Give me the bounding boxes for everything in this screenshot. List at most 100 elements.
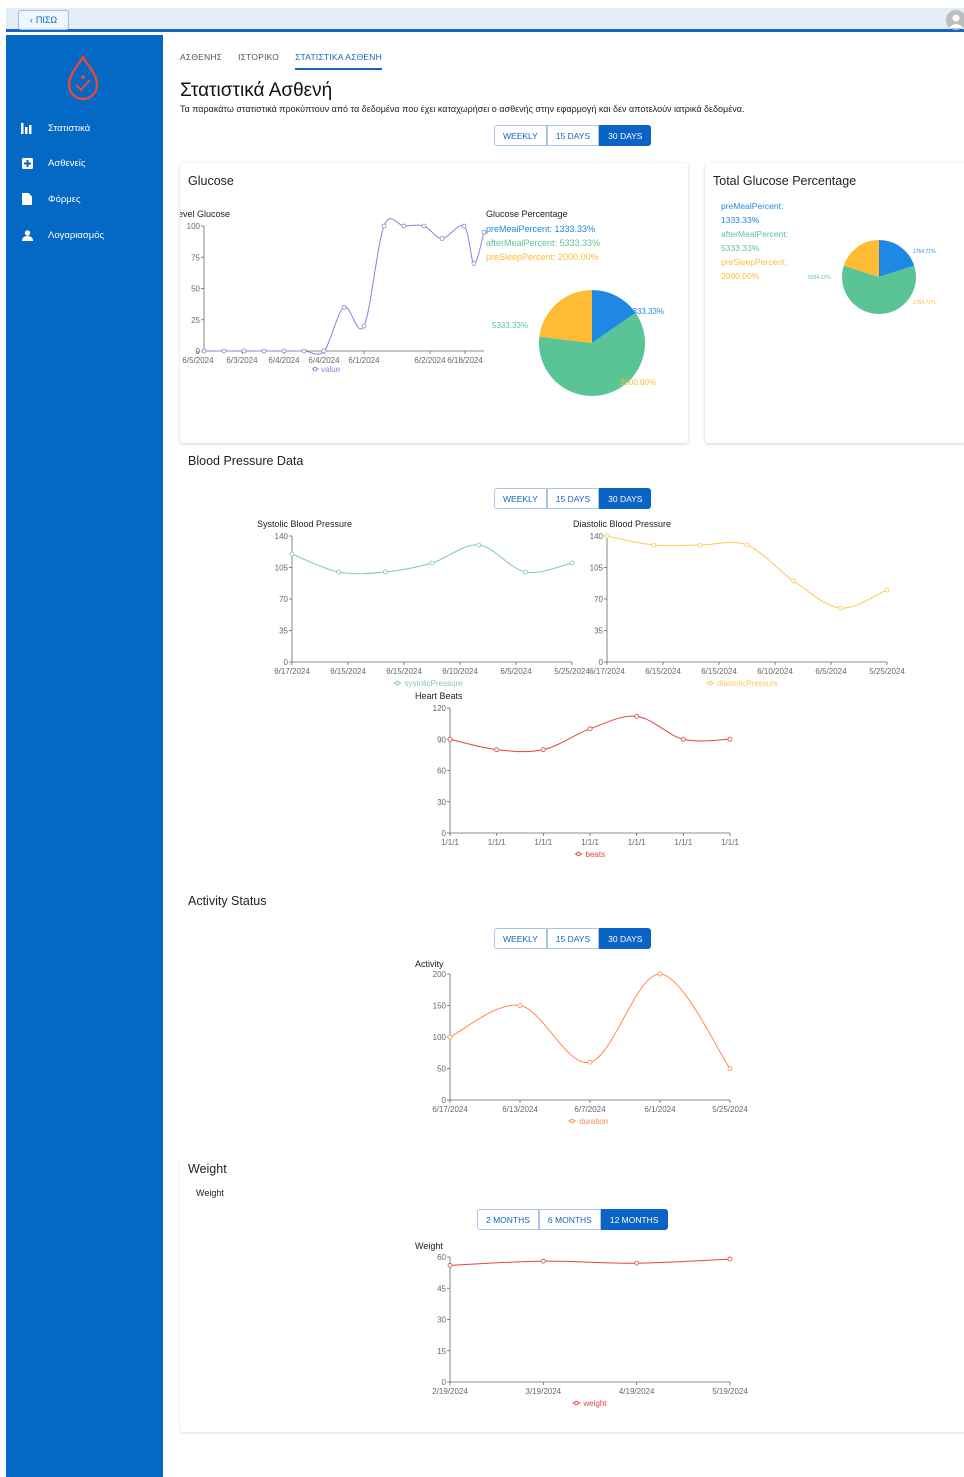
total-glucose-title: Total Glucose Percentage <box>713 174 857 188</box>
tab-patient[interactable]: ΑΣΘΕΝΗΣ <box>180 50 222 70</box>
series-line <box>449 1258 731 1266</box>
x-tick-label: 6/15/2024 <box>645 667 681 676</box>
data-point <box>381 223 387 229</box>
sidebar-item-statistics[interactable]: Στατιστικά <box>6 115 163 141</box>
x-tick-label: 6/5/2024 <box>815 667 847 676</box>
y-tick-label: 200 <box>433 970 447 979</box>
x-tick-label: 1/1/1 <box>628 838 646 847</box>
chart-title: Diastolic Blood Pressure <box>573 519 671 529</box>
x-tick-label: 5/25/2024 <box>869 667 905 676</box>
pie-label: 5333.33% <box>492 321 528 330</box>
data-point <box>744 542 750 548</box>
data-point <box>634 1260 640 1266</box>
y-tick-label: 100 <box>187 222 201 231</box>
y-tick-label: 50 <box>437 1065 446 1074</box>
x-tick-label: 6/10/2024 <box>442 667 478 676</box>
series-line <box>449 715 731 753</box>
x-tick-label: 5/25/2024 <box>712 1105 748 1114</box>
back-button[interactable]: ‹ ΠΙΣΩ <box>18 10 69 30</box>
y-tick-label: 75 <box>191 253 200 262</box>
data-point <box>221 348 227 354</box>
data-point <box>569 560 575 566</box>
x-tick-label: 6/2/2024 <box>414 356 446 365</box>
y-tick-label: 25 <box>191 316 200 325</box>
data-point <box>697 542 703 548</box>
legend-marker <box>574 1400 579 1406</box>
y-tick-label: 120 <box>433 704 447 713</box>
blood-pressure-card: Blood Pressure Data WEEKLY 15 DAYS 30 DA… <box>180 448 964 884</box>
data-point <box>517 1003 523 1008</box>
data-point <box>429 560 435 566</box>
weekly-button[interactable]: WEEKLY <box>494 125 547 146</box>
x-tick-label: 2/19/2024 <box>432 1387 468 1396</box>
data-point <box>837 605 843 611</box>
user-avatar[interactable] <box>946 10 964 30</box>
person-icon <box>20 228 34 242</box>
data-point <box>382 569 388 575</box>
sidebar-item-account[interactable]: Λογαριασμός <box>6 222 163 248</box>
chevron-left-icon: ‹ <box>29 15 33 25</box>
data-point <box>727 736 733 742</box>
legend-aftermeal: afterMealPercent: 5333.33% <box>486 238 601 248</box>
pie-slice <box>539 290 592 343</box>
y-tick-label: 0 <box>599 658 604 667</box>
y-tick-label: 30 <box>437 1316 446 1325</box>
data-point <box>540 1258 546 1264</box>
data-point <box>657 971 663 977</box>
chart-title: Activity <box>415 959 444 969</box>
data-point <box>587 1059 593 1065</box>
data-point <box>651 542 657 548</box>
x-tick-label: 6/17/2024 <box>274 667 310 676</box>
x-tick-label: 3/19/2024 <box>526 1387 562 1396</box>
legend-label: weight <box>582 1399 607 1408</box>
legend-line: 2000.00% <box>721 271 760 281</box>
blood-pressure-charts: 0 35 70 105 140 6/17/2024 6/15/2024 6/15/2024 6/… <box>257 519 905 859</box>
data-point <box>447 736 453 742</box>
total-glucose-card: Total Glucose Percentage preMealPercent:… <box>705 163 964 443</box>
15-days-button[interactable]: 15 DAYS <box>546 125 600 146</box>
tab-patient-statistics[interactable]: ΣΤΑΤΙΣΤΙΚΑ ΑΣΘΕΝΗ <box>295 50 382 70</box>
weight-card: Weight Weight 2 MONTHS 6 MONTHS 12 MONTH… <box>180 1156 964 1432</box>
y-tick-label: 0 <box>442 1378 447 1387</box>
sidebar-item-patients[interactable]: Ασθενείς <box>6 150 163 176</box>
pie-label: 1764.71% <box>913 249 936 255</box>
data-point <box>587 726 593 732</box>
glucose-pie-chart: 1333.33% 5333.33% 2000.00% <box>492 290 664 396</box>
legend-marker <box>708 680 713 686</box>
total-glucose-legend: preMealPercent: 1333.33% afterMealPercen… <box>721 199 788 283</box>
y-tick-label: 70 <box>279 595 288 604</box>
pie-label: 5294.12% <box>808 275 831 281</box>
document-icon <box>20 192 34 206</box>
total-glucose-pie-chart: 1764.71% 5294.12% 1764.71% <box>808 240 936 314</box>
glucose-card: Glucose Level Glucose 02550751006/5/2024… <box>180 163 688 443</box>
series-line <box>449 973 731 1069</box>
x-tick-label: 1/1/1 <box>581 838 599 847</box>
sidebar-item-forms[interactable]: Φόρμες <box>6 186 163 212</box>
y-tick-label: 0 <box>442 829 447 838</box>
y-tick-label: 50 <box>191 285 200 294</box>
series-line <box>291 544 573 575</box>
tab-history[interactable]: ΙΣΤΟΡΙΚΟ <box>238 50 279 70</box>
data-point <box>471 261 477 266</box>
data-point <box>439 236 445 241</box>
y-tick-label: 90 <box>437 735 446 744</box>
x-tick-label: 6/5/2024 <box>500 667 532 676</box>
y-tick-label: 150 <box>433 1002 447 1011</box>
pie-label: 1764.71% <box>913 300 936 306</box>
data-point <box>336 569 342 575</box>
x-tick-label: 6/17/2024 <box>432 1105 468 1114</box>
y-tick-label: 0 <box>442 1096 447 1105</box>
data-point <box>401 223 407 229</box>
30-days-button[interactable]: 30 DAYS <box>599 125 652 146</box>
x-tick-label: 6/15/2024 <box>330 667 366 676</box>
x-tick-label: 1/1/1 <box>721 838 739 847</box>
data-point <box>281 348 287 354</box>
data-point <box>447 1262 453 1268</box>
sidebar-item-label: Φόρμες <box>48 193 81 205</box>
legend-label: systolicPressure <box>404 679 463 688</box>
legend-label: duration <box>579 1117 608 1126</box>
legend-label: beats <box>586 850 606 859</box>
x-tick-label: 6/5/2024 <box>182 356 214 365</box>
patient-tabs: ΑΣΘΕΝΗΣ ΙΣΤΟΡΙΚΟ ΣΤΑΤΙΣΤΙΚΑ ΑΣΘΕΝΗ <box>180 50 382 70</box>
activity-chart: 0 50 100 150 200 6/17/2024 6/13/2024 6/7/2024 6/… <box>415 959 748 1126</box>
